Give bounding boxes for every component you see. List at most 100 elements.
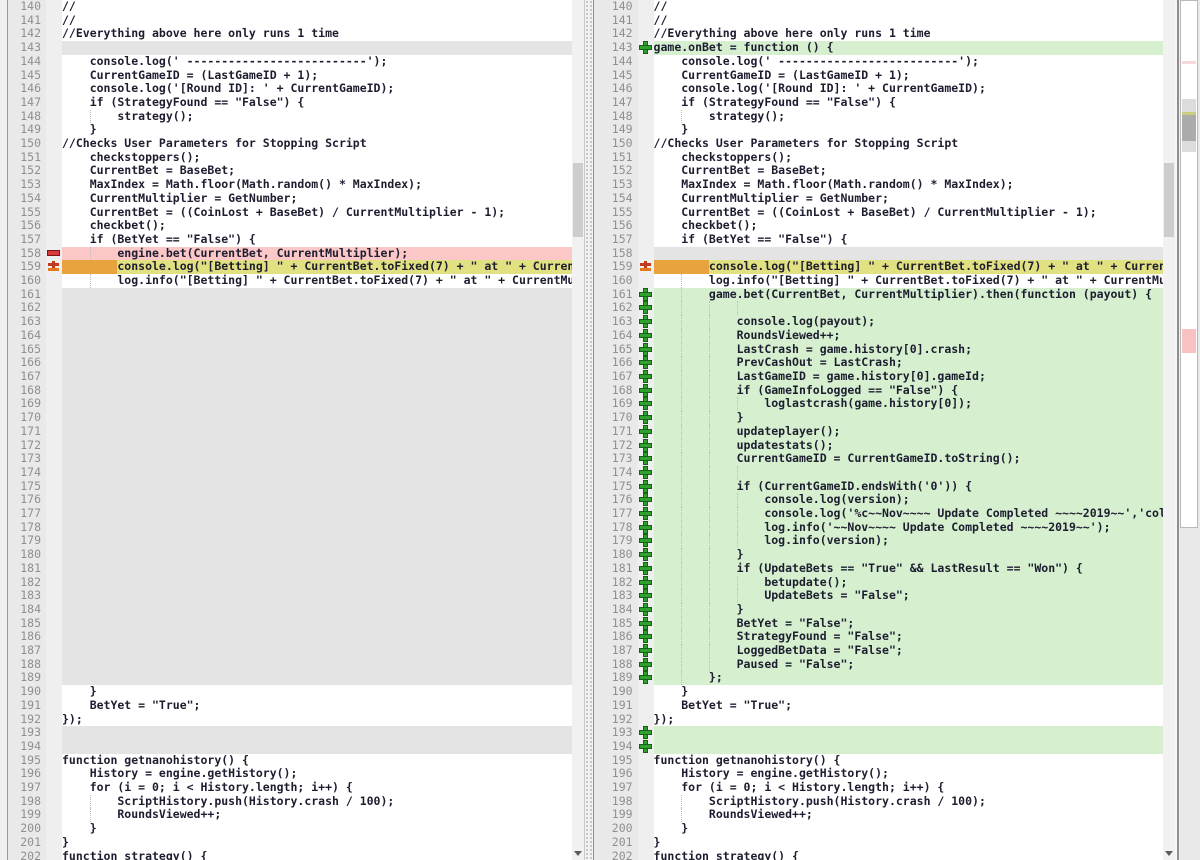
code-text-cell[interactable]: StrategyFound = "False";	[654, 630, 1163, 644]
code-text-cell[interactable]: LastCrash = game.history[0].crash;	[654, 343, 1163, 357]
code-text-cell[interactable]	[62, 534, 572, 548]
code-line[interactable]: 191 BetYet = "True";	[594, 699, 1163, 713]
code-line[interactable]: 150//Checks User Parameters for Stopping…	[8, 137, 572, 151]
code-text-cell[interactable]: }	[654, 548, 1163, 562]
code-line[interactable]: 166	[8, 356, 572, 370]
code-text-cell[interactable]	[62, 726, 572, 740]
code-text-cell[interactable]: Paused = "False";	[654, 658, 1163, 672]
code-line[interactable]: 180 }	[594, 548, 1163, 562]
code-line[interactable]: 162	[594, 301, 1163, 315]
code-text-cell[interactable]: //Everything above here only runs 1 time	[654, 27, 1163, 41]
code-text-cell[interactable]: console.log("[Betting] " + CurrentBet.to…	[62, 260, 572, 274]
code-text-cell[interactable]: //	[654, 0, 1163, 14]
code-text-cell[interactable]	[62, 425, 572, 439]
code-text-cell[interactable]: if (StrategyFound == "False") {	[62, 96, 572, 110]
code-line[interactable]: 202function strategy() {	[594, 850, 1163, 860]
code-line[interactable]: 157 if (BetYet == "False") {	[8, 233, 572, 247]
code-text-cell[interactable]	[62, 671, 572, 685]
code-line[interactable]: 140//	[594, 0, 1163, 14]
code-line[interactable]: 199 RoundsViewed++;	[8, 808, 572, 822]
code-text-cell[interactable]: CurrentGameID = (LastGameID + 1);	[62, 69, 572, 83]
code-text-cell[interactable]	[62, 658, 572, 672]
code-text-cell[interactable]	[62, 548, 572, 562]
code-text-cell[interactable]	[62, 480, 572, 494]
code-text-cell[interactable]	[62, 397, 572, 411]
code-line[interactable]: 184	[8, 603, 572, 617]
code-line[interactable]: 170	[8, 411, 572, 425]
code-text-cell[interactable]: CurrentBet = BaseBet;	[62, 164, 572, 178]
code-line[interactable]: 164 RoundsViewed++;	[594, 329, 1163, 343]
code-line[interactable]: 183	[8, 589, 572, 603]
code-text-cell[interactable]: }	[62, 685, 572, 699]
code-text-cell[interactable]	[62, 439, 572, 453]
right-scroll-down-button[interactable]	[1163, 846, 1175, 860]
code-text-cell[interactable]	[62, 384, 572, 398]
code-line[interactable]: 159 console.log("[Betting] " + CurrentBe…	[594, 260, 1163, 274]
code-line[interactable]: 175	[8, 480, 572, 494]
code-line[interactable]: 158 engine.bet(CurrentBet, CurrentMultip…	[8, 247, 572, 261]
code-line[interactable]: 155 CurrentBet = ((CoinLost + BaseBet) /…	[8, 206, 572, 220]
code-text-cell[interactable]: MaxIndex = Math.floor(Math.random() * Ma…	[62, 178, 572, 192]
code-text-cell[interactable]: CurrentMultiplier = GetNumber;	[62, 192, 572, 206]
code-line[interactable]: 151 checkstoppers();	[594, 151, 1163, 165]
code-text-cell[interactable]: });	[62, 713, 572, 727]
code-line[interactable]: 180	[8, 548, 572, 562]
code-line[interactable]: 143	[8, 41, 572, 55]
code-text-cell[interactable]	[62, 343, 572, 357]
code-line[interactable]: 184 }	[594, 603, 1163, 617]
code-line[interactable]: 171	[8, 425, 572, 439]
code-text-cell[interactable]: //	[62, 0, 572, 14]
code-line[interactable]: 186	[8, 630, 572, 644]
code-line[interactable]: 188 Paused = "False";	[594, 658, 1163, 672]
code-text-cell[interactable]: }	[62, 836, 572, 850]
code-line[interactable]: 148 strategy();	[8, 110, 572, 124]
code-text-cell[interactable]: }	[654, 411, 1163, 425]
code-line[interactable]: 200 }	[8, 822, 572, 836]
left-scroll-down-button[interactable]	[572, 846, 584, 860]
code-line[interactable]: 185 BetYet = "False";	[594, 617, 1163, 631]
code-text-cell[interactable]	[62, 617, 572, 631]
code-text-cell[interactable]	[62, 589, 572, 603]
code-line[interactable]: 145 CurrentGameID = (LastGameID + 1);	[8, 69, 572, 83]
code-line[interactable]: 154 CurrentMultiplier = GetNumber;	[594, 192, 1163, 206]
code-line[interactable]: 177 console.log('%c~~Nov~~~~ Update Comp…	[594, 507, 1163, 521]
code-line[interactable]: 146 console.log('[Round ID]: ' + Current…	[594, 82, 1163, 96]
code-line[interactable]: 178 log.info('~~Nov~~~~ Update Completed…	[594, 521, 1163, 535]
code-text-cell[interactable]: }	[62, 822, 572, 836]
code-line[interactable]: 172 updatestats();	[594, 439, 1163, 453]
code-text-cell[interactable]: loglastcrash(game.history[0]);	[654, 397, 1163, 411]
code-text-cell[interactable]: //Checks User Parameters for Stopping Sc…	[654, 137, 1163, 151]
code-text-cell[interactable]: checkbet();	[62, 219, 572, 233]
code-line[interactable]: 201}	[8, 836, 572, 850]
code-line[interactable]: 176 console.log(version);	[594, 493, 1163, 507]
code-line[interactable]: 167 LastGameID = game.history[0].gameId;	[594, 370, 1163, 384]
diff-navigation-bar[interactable]	[1180, 0, 1200, 860]
code-text-cell[interactable]: console.log(version);	[654, 493, 1163, 507]
code-line[interactable]: 186 StrategyFound = "False";	[594, 630, 1163, 644]
code-line[interactable]: 179 log.info(version);	[594, 534, 1163, 548]
code-line[interactable]: 201}	[594, 836, 1163, 850]
code-text-cell[interactable]	[62, 507, 572, 521]
code-line[interactable]: 170 }	[594, 411, 1163, 425]
code-line[interactable]: 189	[8, 671, 572, 685]
code-text-cell[interactable]: }	[654, 836, 1163, 850]
code-line[interactable]: 150//Checks User Parameters for Stopping…	[594, 137, 1163, 151]
code-text-cell[interactable]: if (StrategyFound == "False") {	[654, 96, 1163, 110]
code-text-cell[interactable]: }	[654, 123, 1163, 137]
code-line[interactable]: 165 LastCrash = game.history[0].crash;	[594, 343, 1163, 357]
code-text-cell[interactable]: betupdate();	[654, 576, 1163, 590]
code-text-cell[interactable]: function strategy() {	[62, 850, 572, 860]
code-text-cell[interactable]: checkstoppers();	[62, 151, 572, 165]
code-text-cell[interactable]: RoundsViewed++;	[654, 329, 1163, 343]
code-text-cell[interactable]: //Everything above here only runs 1 time	[62, 27, 572, 41]
code-line[interactable]: 153 MaxIndex = Math.floor(Math.random() …	[594, 178, 1163, 192]
code-line[interactable]: 147 if (StrategyFound == "False") {	[8, 96, 572, 110]
code-text-cell[interactable]	[62, 493, 572, 507]
code-text-cell[interactable]: History = engine.getHistory();	[654, 767, 1163, 781]
code-text-cell[interactable]: History = engine.getHistory();	[62, 767, 572, 781]
code-line[interactable]: 197 for (i = 0; i < History.length; i++)…	[594, 781, 1163, 795]
code-text-cell[interactable]	[654, 301, 1163, 315]
code-line[interactable]: 156 checkbet();	[594, 219, 1163, 233]
code-text-cell[interactable]: if (BetYet == "False") {	[62, 233, 572, 247]
code-text-cell[interactable]: updateplayer();	[654, 425, 1163, 439]
